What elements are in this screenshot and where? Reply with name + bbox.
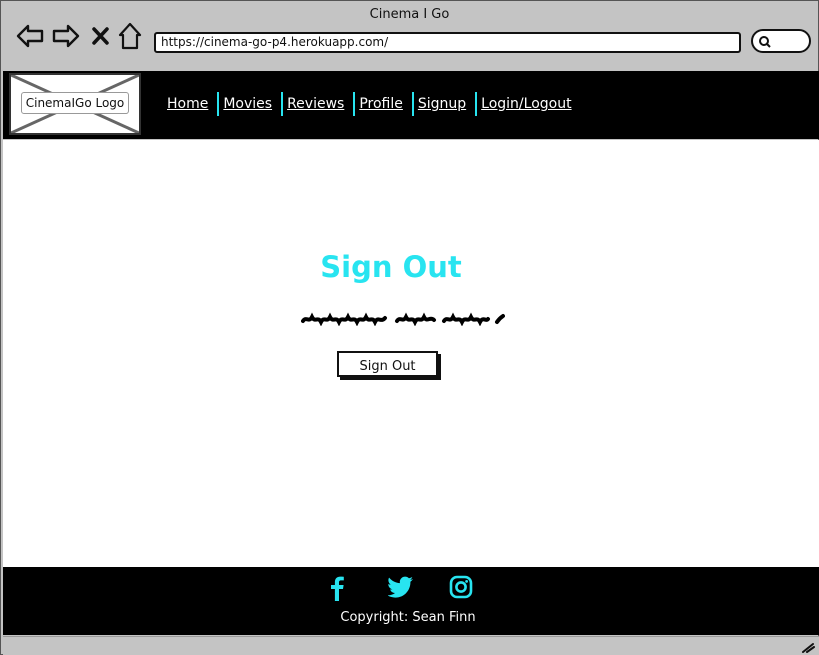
site-logo[interactable]: CinemaIGo Logo <box>9 73 141 135</box>
instagram-icon[interactable] <box>449 575 473 599</box>
nav-link-home[interactable]: Home <box>163 96 217 112</box>
nav-links: Home Movies Reviews Profile Signup Login… <box>163 92 581 116</box>
sign-out-button[interactable]: Sign Out <box>337 351 438 377</box>
nav-link-login-logout[interactable]: Login/Logout <box>477 96 580 112</box>
facebook-icon[interactable] <box>326 575 348 601</box>
stop-icon[interactable] <box>89 21 119 51</box>
back-arrow-icon[interactable] <box>15 21 45 51</box>
browser-window: Cinema I Go https://cinema-go-p4.herokua… <box>0 0 819 655</box>
nav-link-profile[interactable]: Profile <box>355 96 412 112</box>
search-field[interactable] <box>751 29 811 53</box>
home-icon[interactable] <box>117 21 147 51</box>
search-icon <box>759 36 771 48</box>
placeholder-text-scribble <box>301 312 505 326</box>
logo-label: CinemaIGo Logo <box>21 92 129 114</box>
twitter-icon[interactable] <box>388 575 414 599</box>
site-navbar: CinemaIGo Logo Home Movies Reviews Profi… <box>3 71 819 139</box>
nav-link-movies[interactable]: Movies <box>219 96 281 112</box>
address-bar[interactable]: https://cinema-go-p4.herokuapp.com/ <box>154 32 741 53</box>
footer-copyright: Copyright: Sean Finn <box>340 610 476 625</box>
nav-link-reviews[interactable]: Reviews <box>283 96 353 112</box>
site-footer: Copyright: Sean Finn <box>3 567 819 635</box>
main-content: Sign Out Sign Out <box>3 140 819 567</box>
resize-handle-icon[interactable] <box>801 641 815 653</box>
forward-arrow-icon[interactable] <box>51 21 81 51</box>
browser-status-bar <box>3 636 819 655</box>
page-title: Sign Out <box>320 250 462 284</box>
window-title: Cinema I Go <box>369 7 450 22</box>
nav-link-signup[interactable]: Signup <box>414 96 475 112</box>
